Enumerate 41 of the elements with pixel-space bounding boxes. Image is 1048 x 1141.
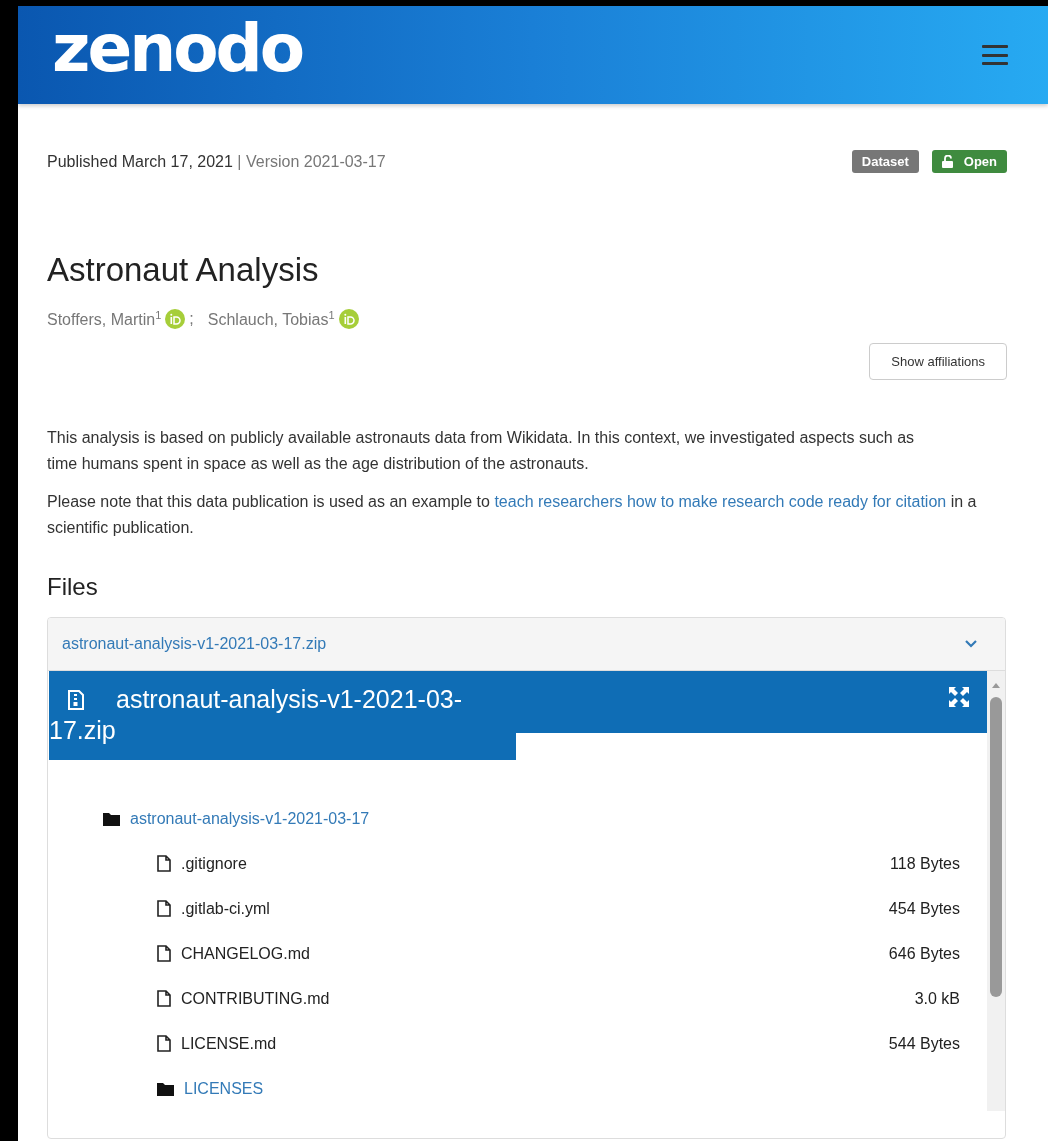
file-name: CONTRIBUTING.md (181, 989, 331, 1008)
archive-link[interactable]: astronaut-analysis-v1-2021-03-17.zip (62, 635, 327, 654)
scroll-up-icon[interactable] (991, 681, 1001, 690)
file-icon (157, 945, 171, 963)
description-paragraph: Please note that this data publication is used as an example to teach researchers how to make research code ready for citation in a scientific publication. (47, 492, 978, 539)
file-name: LICENSE.md (181, 1034, 278, 1053)
description-paragraph: This analysis is based on publicly available astronauts data from Wikidata. In this context, we investigated aspects such as time humans spent in space as well as the age distribution of the astronauts. (47, 428, 916, 475)
record-title: Astronaut Analysis (47, 251, 320, 289)
chevron-icon[interactable] (965, 640, 977, 649)
author-name[interactable]: Stoffers, Martin$^{1}$ (47, 309, 162, 330)
citation-link[interactable]: teach researchers how to make research code ready for citation (494, 493, 947, 511)
file-icon (157, 900, 171, 918)
file-name: .gitlab-ci.yml (181, 899, 271, 918)
show-affiliations-button[interactable]: Show affiliations (869, 343, 1007, 381)
file-size: 544 Bytes (888, 1034, 960, 1053)
folder-link[interactable]: astronaut-analysis-v1-2021-03-17 (130, 809, 960, 828)
author-separator: ; (189, 310, 194, 329)
folder-icon (103, 811, 120, 826)
publication-info: Published March 17, 2021 | Version 2021-03-17 (47, 152, 386, 171)
file-icon (157, 855, 171, 873)
file-icon (157, 990, 171, 1008)
file-name: CHANGELOG.md (181, 944, 311, 963)
unlock-icon (941, 155, 954, 168)
file-size: 454 Bytes (888, 899, 960, 918)
menu-button[interactable] (982, 45, 1008, 65)
file-size: 3.0 kB (914, 989, 960, 1008)
folder-link[interactable]: LICENSES (184, 1079, 960, 1098)
orcid-icon (165, 309, 186, 330)
scrollbar[interactable] (987, 671, 1005, 1112)
file-name: .gitignore (181, 854, 248, 873)
file-icon (157, 1035, 171, 1053)
orcid-icon (338, 309, 359, 330)
files-heading: Files (47, 573, 99, 602)
file-size: 646 Bytes (888, 944, 960, 963)
site-logo[interactable]: zenodo (52, 16, 303, 82)
author-name[interactable]: Schlauch, Tobias$^{1}$ (207, 309, 335, 330)
file-size: 118 Bytes (890, 854, 960, 873)
archive-file-icon (68, 690, 84, 711)
access-badge: Open (931, 150, 1007, 173)
folder-icon (157, 1081, 174, 1096)
type-badge: Dataset (851, 150, 919, 173)
